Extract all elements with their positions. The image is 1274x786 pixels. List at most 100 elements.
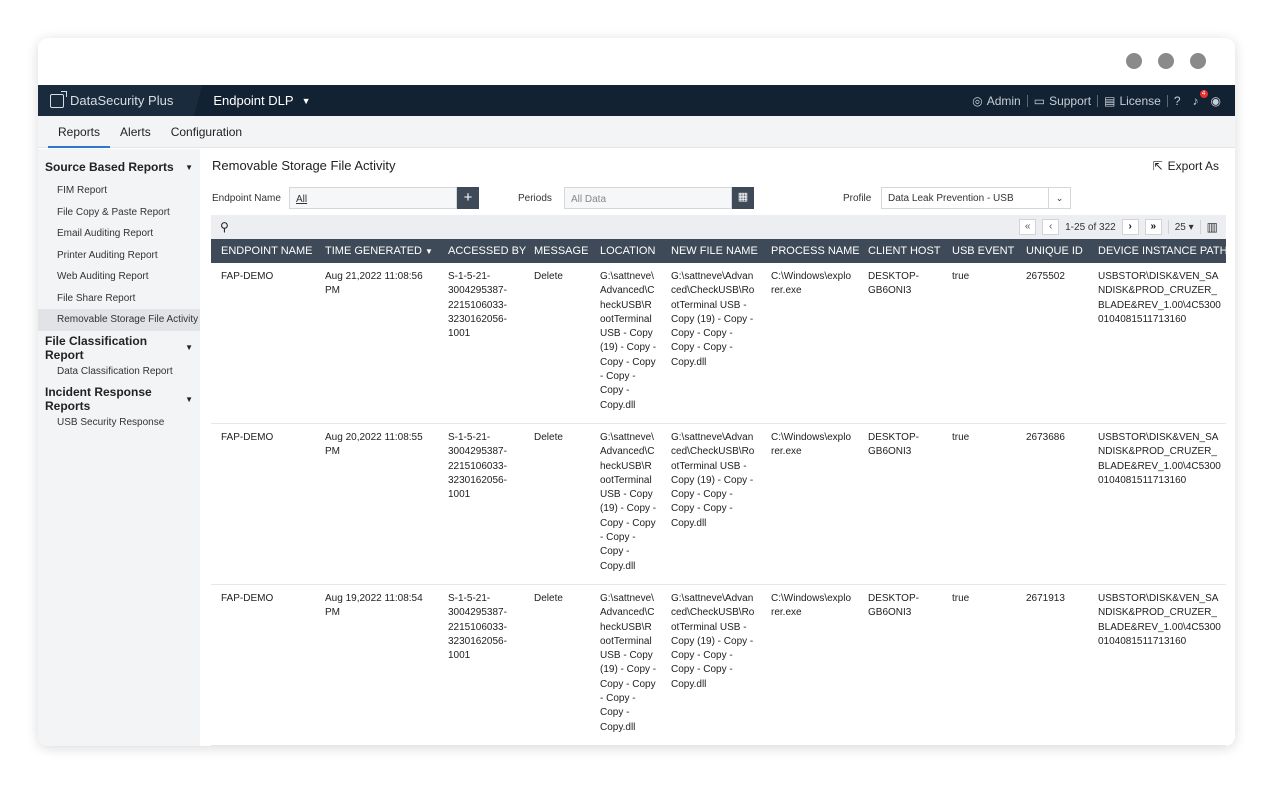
tab-configuration[interactable]: Configuration — [161, 125, 252, 147]
report-tabs: Reports Alerts Configuration — [38, 116, 1235, 148]
sort-desc-icon: ▼ — [425, 247, 433, 256]
column-header-process-name[interactable]: PROCESS NAME — [761, 239, 860, 263]
window-titlebar — [38, 38, 1235, 85]
caret-down-icon: ▼ — [185, 394, 193, 404]
column-header-usb-event[interactable]: USB EVENT — [942, 239, 1016, 263]
window-control-dot[interactable] — [1158, 53, 1174, 69]
sidebar-item-file-share[interactable]: File Share Report — [38, 288, 200, 310]
cell-message: Delete — [524, 423, 590, 585]
cell-device-instance-path: USBSTOR\DISK&VEN_SANDISK&PROD_CRUZER_BLA… — [1088, 423, 1226, 585]
chat-icon: ▭ — [1033, 93, 1046, 108]
tab-reports[interactable]: Reports — [48, 125, 111, 148]
license-label: License — [1119, 93, 1161, 108]
section-title: Incident Response Reports — [45, 385, 152, 413]
table-row[interactable]: FAP-DEMO Aug 21,2022 11:08:56 PM S-1-5-2… — [211, 263, 1226, 424]
brand-name: DataSecurity Plus — [70, 93, 174, 108]
section-title: File Classification Report — [45, 333, 148, 362]
column-header-label: TIME GENERATED — [325, 245, 422, 257]
column-header-unique-id[interactable]: UNIQUE ID — [1016, 239, 1088, 263]
table-row[interactable]: FAP-DEMO Aug 20,2022 11:08:55 PM S-1-5-2… — [211, 423, 1226, 585]
column-header-time-generated[interactable]: TIME GENERATED ▼ — [315, 239, 438, 263]
top-right-menu: ◎ Admin ▭ Support ▤ License ? ♪ 4 ◉ — [966, 85, 1227, 116]
cell-message: Delete — [524, 263, 590, 424]
cell-time-generated: Aug 19,2022 11:08:54 PM — [315, 584, 438, 746]
cell-unique-id: 2671913 — [1016, 584, 1088, 746]
sidebar-item-usb-security-response[interactable]: USB Security Response — [38, 412, 200, 434]
window-controls — [1126, 53, 1206, 69]
column-header-endpoint-name[interactable]: ENDPOINT NAME — [211, 239, 315, 263]
license-icon: ▤ — [1104, 93, 1116, 108]
support-link[interactable]: ▭ Support — [1028, 94, 1097, 108]
admin-label: Admin — [986, 93, 1021, 108]
cell-usb-event: true — [942, 423, 1016, 585]
column-header-message[interactable]: MESSAGE — [524, 239, 590, 263]
sidebar-item-file-copy-paste[interactable]: File Copy & Paste Report — [38, 202, 200, 224]
cell-accessed-by: S-1-5-21-3004295387-2215106033-323016205… — [438, 423, 524, 585]
admin-link[interactable]: ◎ Admin — [966, 94, 1027, 108]
column-header-new-file-name[interactable]: NEW FILE NAME — [661, 239, 761, 263]
column-header-location[interactable]: LOCATION — [590, 239, 661, 263]
cell-process-name: C:\Windows\explorer.exe — [761, 263, 858, 424]
sidebar-section-file-classification[interactable]: File Classification Report ▼ — [38, 334, 200, 362]
help-link[interactable]: ? — [1168, 94, 1187, 108]
cell-endpoint-name: FAP-DEMO — [211, 423, 315, 585]
cell-new-file-name: G:\sattneve\Advanced\CheckUSB\RootTermin… — [661, 263, 761, 424]
cell-unique-id: 2675502 — [1016, 263, 1088, 424]
sidebar-section-incident-response[interactable]: Incident Response Reports ▼ — [38, 385, 200, 413]
cell-process-name: C:\Windows\explorer.exe — [761, 584, 858, 746]
sidebar-section-source-based[interactable]: Source Based Reports ▼ — [38, 158, 200, 176]
app-window: DataSecurity Plus Endpoint DLP ▼ ◎ Admin… — [38, 38, 1235, 746]
datasecurity-logo-icon — [50, 90, 67, 108]
license-link[interactable]: ▤ License — [1098, 94, 1167, 108]
top-navigation-bar: DataSecurity Plus Endpoint DLP ▼ ◎ Admin… — [38, 85, 1235, 116]
user-circle-icon: ◉ — [1210, 93, 1221, 108]
column-header-client-host[interactable]: CLIENT HOST — [858, 239, 942, 263]
brand-divider — [191, 85, 206, 116]
module-selector[interactable]: Endpoint DLP ▼ — [205, 93, 310, 108]
support-label: Support — [1049, 93, 1092, 108]
sidebar-item-fim-report[interactable]: FIM Report — [38, 180, 200, 202]
tab-alerts[interactable]: Alerts — [110, 125, 161, 147]
sidebar-item-email-auditing[interactable]: Email Auditing Report — [38, 223, 200, 245]
notifications-button[interactable]: ♪ 4 — [1187, 89, 1208, 108]
sidebar-item-web-auditing[interactable]: Web Auditing Report — [38, 266, 200, 288]
cell-client-host: DESKTOP-GB6ONI3 — [858, 263, 942, 424]
cell-new-file-name: G:\sattneve\Advanced\CheckUSB\RootTermin… — [661, 584, 761, 746]
section-title: Source Based Reports — [45, 160, 174, 174]
cell-usb-event: true — [942, 263, 1016, 424]
cell-time-generated: Aug 21,2022 11:08:56 PM — [315, 263, 438, 424]
window-control-dot[interactable] — [1126, 53, 1142, 69]
cell-client-host: DESKTOP-GB6ONI3 — [858, 423, 942, 585]
window-control-dot[interactable] — [1190, 53, 1206, 69]
cell-time-generated: Aug 20,2022 11:08:55 PM — [315, 423, 438, 585]
caret-down-icon: ▼ — [185, 162, 193, 172]
column-header-accessed-by[interactable]: ACCESSED BY — [438, 239, 526, 263]
cell-message: Delete — [524, 584, 590, 746]
brand[interactable]: DataSecurity Plus — [38, 85, 192, 116]
module-name: Endpoint DLP — [213, 93, 294, 108]
admin-user-icon: ◎ — [972, 93, 983, 108]
caret-down-icon: ▼ — [185, 343, 193, 352]
cell-endpoint-name: FAP-DEMO — [211, 263, 315, 424]
sidebar-item-printer-auditing[interactable]: Printer Auditing Report — [38, 245, 200, 267]
cell-process-name: C:\Windows\explorer.exe — [761, 423, 858, 585]
table-row[interactable]: FAP-DEMO Aug 19,2022 11:08:54 PM S-1-5-2… — [211, 584, 1226, 746]
cell-location: G:\sattneve\Advanced\CheckUSB\RootTermin… — [590, 584, 661, 746]
cell-client-host: DESKTOP-GB6ONI3 — [858, 584, 942, 746]
sidebar-item-removable-storage[interactable]: Removable Storage File Activity — [38, 309, 200, 331]
table-viewport: ENDPOINT NAME TIME GENERATED ▼ ACCESSED … — [200, 149, 1235, 746]
cell-location: G:\sattneve\Advanced\CheckUSB\RootTermin… — [590, 263, 661, 424]
cell-location: G:\sattneve\Advanced\CheckUSB\RootTermin… — [590, 423, 661, 585]
cell-usb-event: true — [942, 584, 1016, 746]
bell-icon: ♪ — [1192, 93, 1199, 108]
cell-unique-id: 2673686 — [1016, 423, 1088, 585]
cell-device-instance-path: USBSTOR\DISK&VEN_SANDISK&PROD_CRUZER_BLA… — [1088, 584, 1226, 746]
profile-button[interactable]: ◉ — [1205, 94, 1227, 108]
column-header-device-instance-path[interactable]: DEVICE INSTANCE PATH — [1088, 239, 1228, 263]
help-icon: ? — [1173, 93, 1181, 108]
sidebar-item-data-classification[interactable]: Data Classification Report — [38, 361, 200, 383]
cell-endpoint-name: FAP-DEMO — [211, 584, 315, 746]
cell-new-file-name: G:\sattneve\Advanced\CheckUSB\RootTermin… — [661, 423, 761, 585]
notification-badge: 4 — [1199, 89, 1208, 98]
table-header-row: ENDPOINT NAME TIME GENERATED ▼ ACCESSED … — [211, 239, 1228, 263]
